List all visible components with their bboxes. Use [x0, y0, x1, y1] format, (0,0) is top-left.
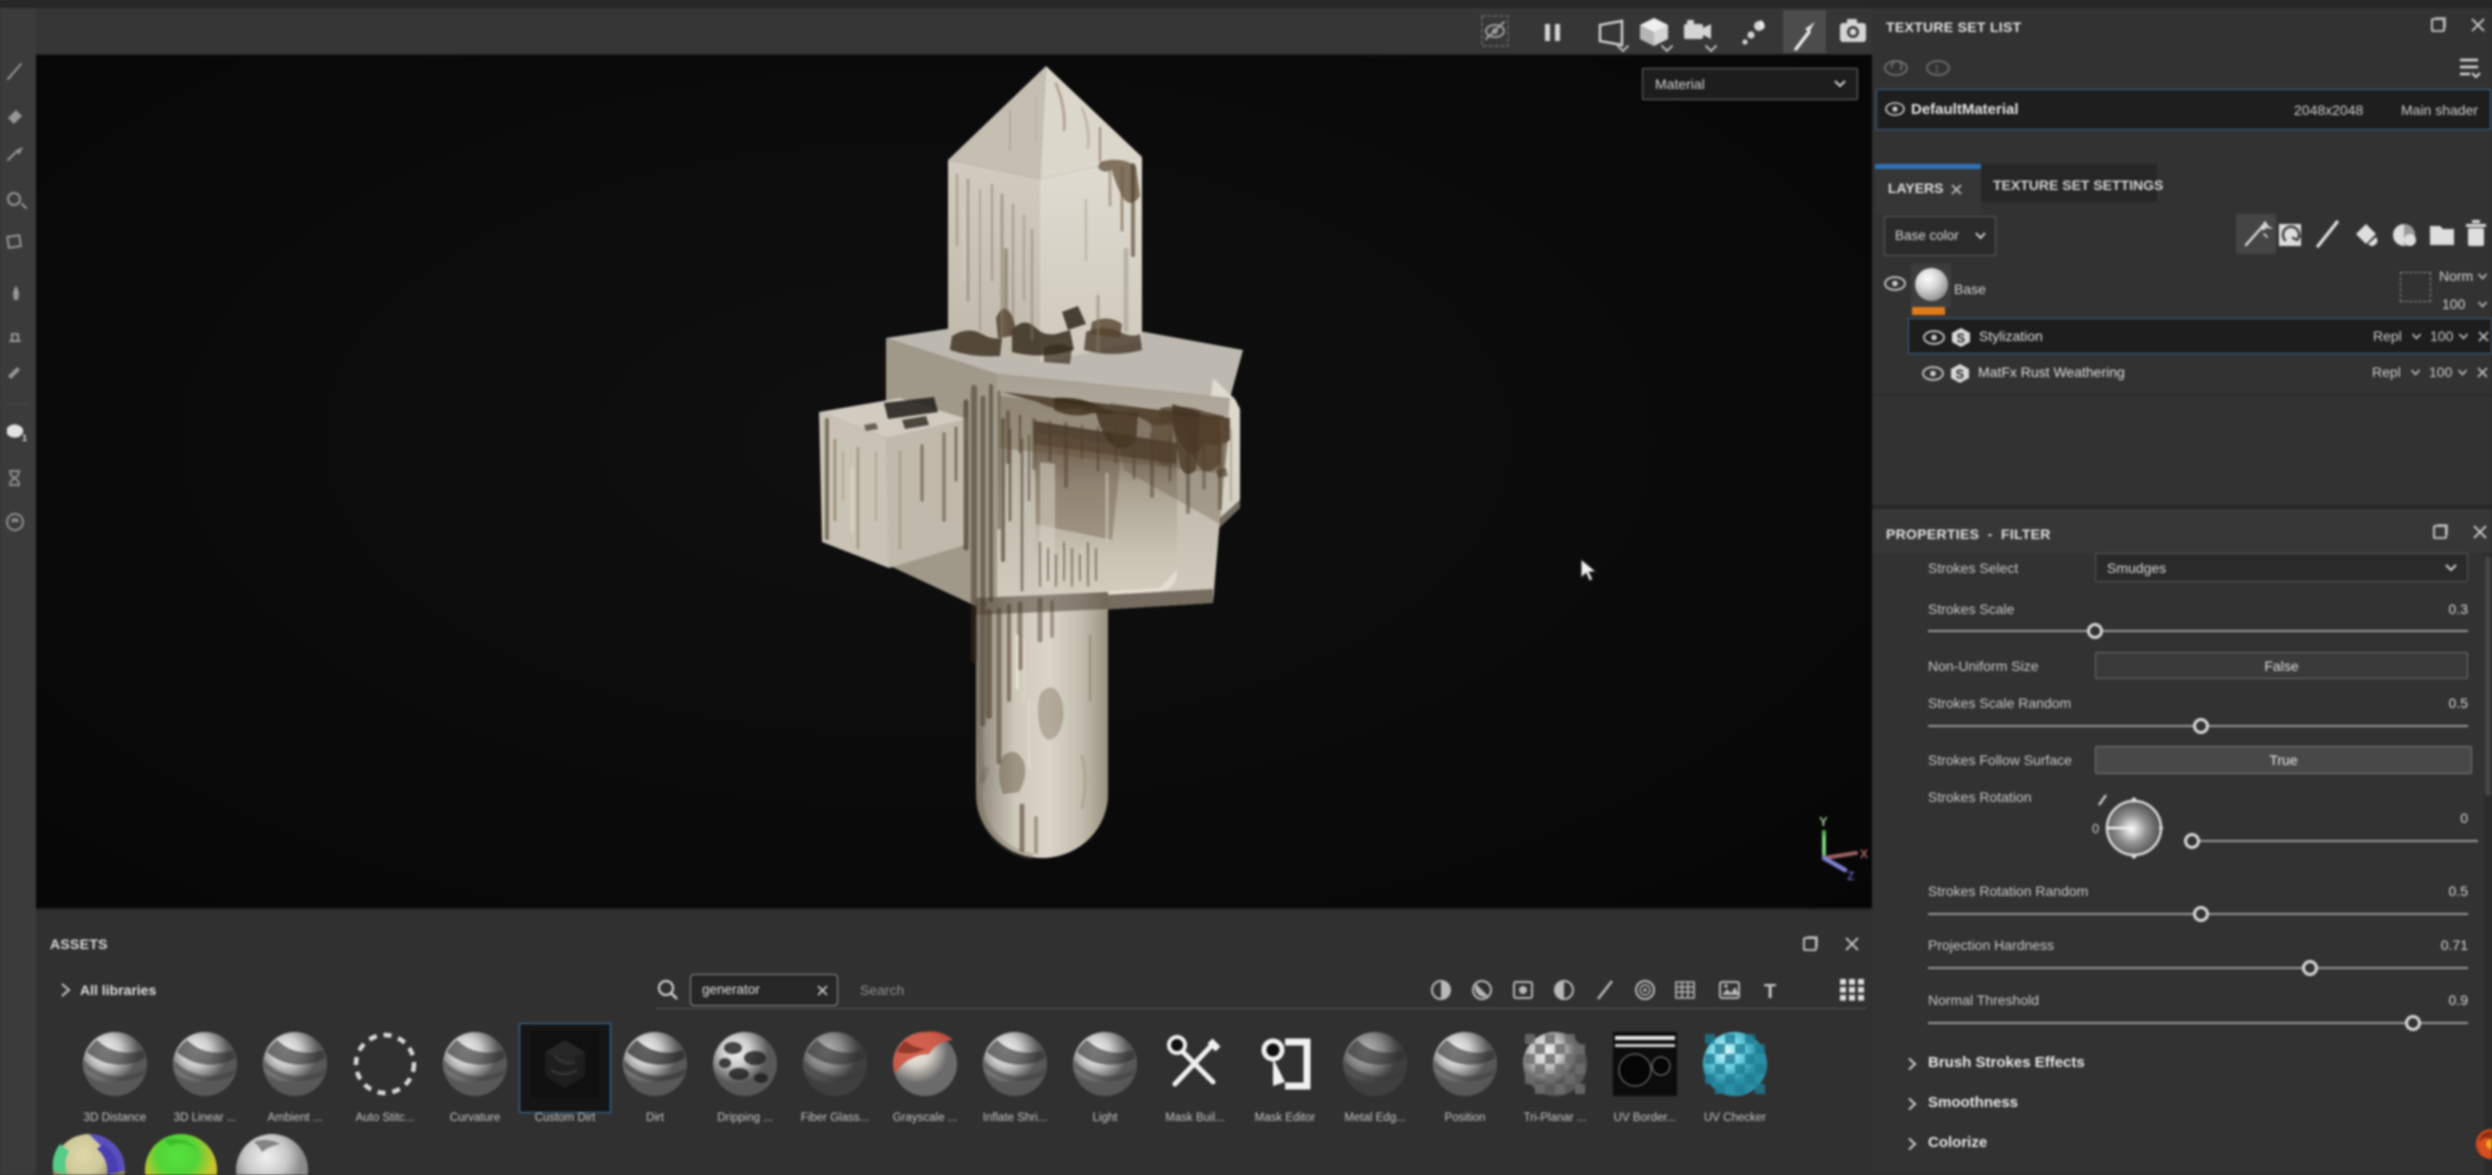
svg-text:0: 0	[2092, 821, 2099, 836]
svg-text:Y: Y	[1819, 814, 1828, 829]
svg-text:1: 1	[22, 433, 27, 443]
svg-text:S: S	[1957, 331, 1965, 345]
svg-text:Z: Z	[1847, 869, 1854, 883]
svg-text:1: 1	[1934, 64, 1940, 75]
svg-text:X: X	[1860, 847, 1868, 861]
svg-text:T: T	[1764, 981, 1776, 1003]
svg-text:S: S	[1956, 367, 1964, 381]
